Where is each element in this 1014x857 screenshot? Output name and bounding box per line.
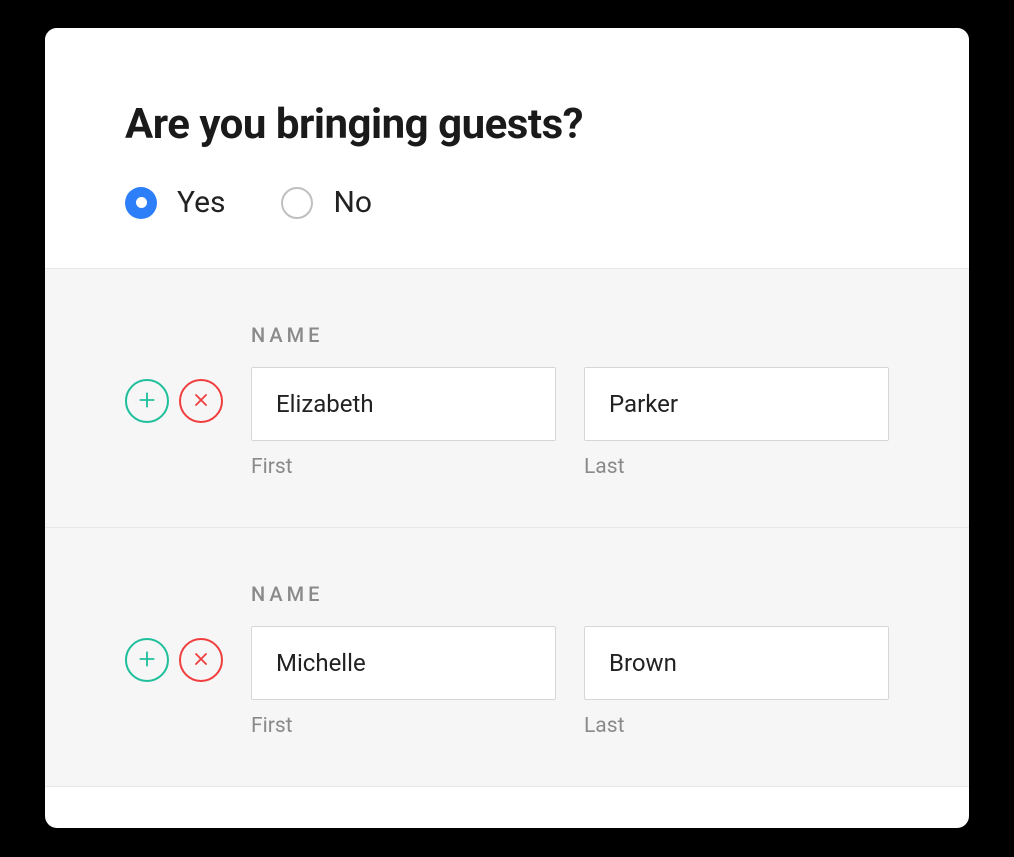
radio-option-no[interactable]: No <box>281 185 372 220</box>
close-icon <box>191 649 211 672</box>
name-inputs: First Last <box>251 367 889 479</box>
remove-guest-button[interactable] <box>179 638 223 682</box>
question-header: Are you bringing guests? Yes No <box>45 28 969 268</box>
first-name-input[interactable] <box>251 626 556 700</box>
guests-area: NAME First Last <box>45 268 969 787</box>
question-title: Are you bringing guests? <box>125 100 889 149</box>
plus-icon <box>137 649 157 672</box>
radio-selected-icon <box>125 187 157 219</box>
first-name-label: First <box>251 714 556 738</box>
remove-guest-button[interactable] <box>179 379 223 423</box>
first-name-input[interactable] <box>251 367 556 441</box>
radio-label-no: No <box>333 185 372 220</box>
radio-unselected-icon <box>281 187 313 219</box>
form-card: Are you bringing guests? Yes No <box>45 28 969 828</box>
guest-row: NAME First Last <box>45 269 969 528</box>
add-guest-button[interactable] <box>125 638 169 682</box>
last-name-label: Last <box>584 455 889 479</box>
plus-icon <box>137 390 157 413</box>
last-name-input[interactable] <box>584 367 889 441</box>
close-icon <box>191 390 211 413</box>
add-guest-button[interactable] <box>125 379 169 423</box>
radio-option-yes[interactable]: Yes <box>125 185 225 220</box>
name-field-header: NAME <box>251 323 889 347</box>
name-fields: NAME First Last <box>251 323 889 479</box>
radio-group: Yes No <box>125 185 889 220</box>
last-name-label: Last <box>584 714 889 738</box>
row-actions <box>125 323 223 423</box>
name-inputs: First Last <box>251 626 889 738</box>
radio-label-yes: Yes <box>177 185 225 220</box>
last-name-input[interactable] <box>584 626 889 700</box>
guest-row: NAME First Last <box>45 528 969 787</box>
row-actions <box>125 582 223 682</box>
name-fields: NAME First Last <box>251 582 889 738</box>
first-name-label: First <box>251 455 556 479</box>
name-field-header: NAME <box>251 582 889 606</box>
